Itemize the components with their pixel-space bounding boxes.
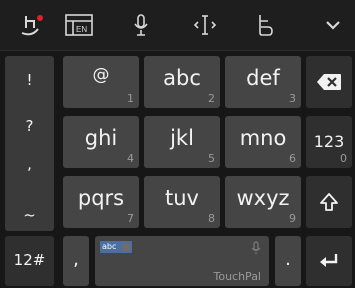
key-number: 6 [289,152,296,165]
chevron-down-icon [326,21,340,30]
key-2[interactable]: abc 2 [144,56,220,108]
key-label: , [73,249,79,270]
key-9[interactable]: wxyz 9 [225,176,301,228]
key-label: pqrs [77,186,125,210]
key-5[interactable]: jkl 5 [144,116,220,168]
emoji-button[interactable] [250,0,280,50]
key-number: 4 [127,152,134,165]
symbol-tilde-key[interactable]: ~ [5,206,54,224]
key-8[interactable]: tuv 8 [144,176,220,228]
key-6[interactable]: mno 6 [225,116,301,168]
key-4[interactable]: ghi 4 [63,116,139,168]
comma-key[interactable]: , [63,236,89,286]
cursor-move-button[interactable] [190,0,220,50]
touchpal-gesture-button[interactable] [14,0,50,50]
shift-key[interactable] [306,176,352,228]
key-label: ghi [84,126,118,150]
key-label: jkl [170,126,194,150]
microphone-icon [251,241,261,254]
key-number: 1 [127,92,134,105]
backspace-button[interactable] [306,56,352,108]
key-label: wxyz [236,186,290,210]
key-label: mno [239,126,287,150]
key-number: 9 [289,212,296,225]
language-switch-icon [122,243,130,251]
key-1[interactable]: @ 1 [63,56,139,108]
shift-icon [320,193,338,211]
layout-en-icon: EN [65,14,93,36]
key-number: 0 [340,152,347,165]
key-label: 123 [313,132,345,151]
key-label: @ [92,65,110,85]
voice-input-button[interactable] [126,0,156,50]
svg-text:EN: EN [76,25,87,34]
enter-icon [320,254,338,267]
touchpal-brand-label: TouchPal [213,270,261,283]
key-7[interactable]: pqrs 7 [63,176,139,228]
key-label: def [246,66,280,90]
period-key[interactable]: . [275,236,301,286]
layout-button[interactable]: EN [62,0,96,50]
enter-key[interactable] [306,236,352,286]
key-label: abc [163,66,201,90]
key-number: 5 [208,152,215,165]
symbol-question-key[interactable]: ? [5,117,54,135]
cursor-move-icon [193,15,217,35]
key-3[interactable]: def 3 [225,56,301,108]
symbol-mode-key[interactable]: 12# [5,236,54,286]
notification-dot [37,15,43,21]
emoji-icon [259,15,273,36]
key-label: tuv [165,186,199,210]
keypad: ! ? , ~ @ 1 abc 2 def 3 ghi 4 jkl 5 mno … [0,51,355,288]
key-label: . [285,249,291,270]
key-number: 3 [289,92,296,105]
symbol-exclamation-key[interactable]: ! [5,71,54,89]
space-key[interactable]: abc TouchPal [95,236,269,286]
symbol-comma-key[interactable]: , [5,155,54,173]
keyboard-toolbar: EN [0,0,355,51]
key-number: 8 [208,212,215,225]
collapse-toolbar-button[interactable] [318,0,348,50]
touchpal-gesture-icon [21,15,43,36]
number-mode-key[interactable]: 123 0 [306,116,352,168]
key-number: 2 [208,92,215,105]
symbol-column: ! ? , ~ [5,56,54,231]
backspace-icon [317,74,341,90]
language-tag: abc [100,241,132,253]
microphone-icon [134,14,148,36]
key-label: 12# [13,251,46,269]
key-number: 7 [127,212,134,225]
